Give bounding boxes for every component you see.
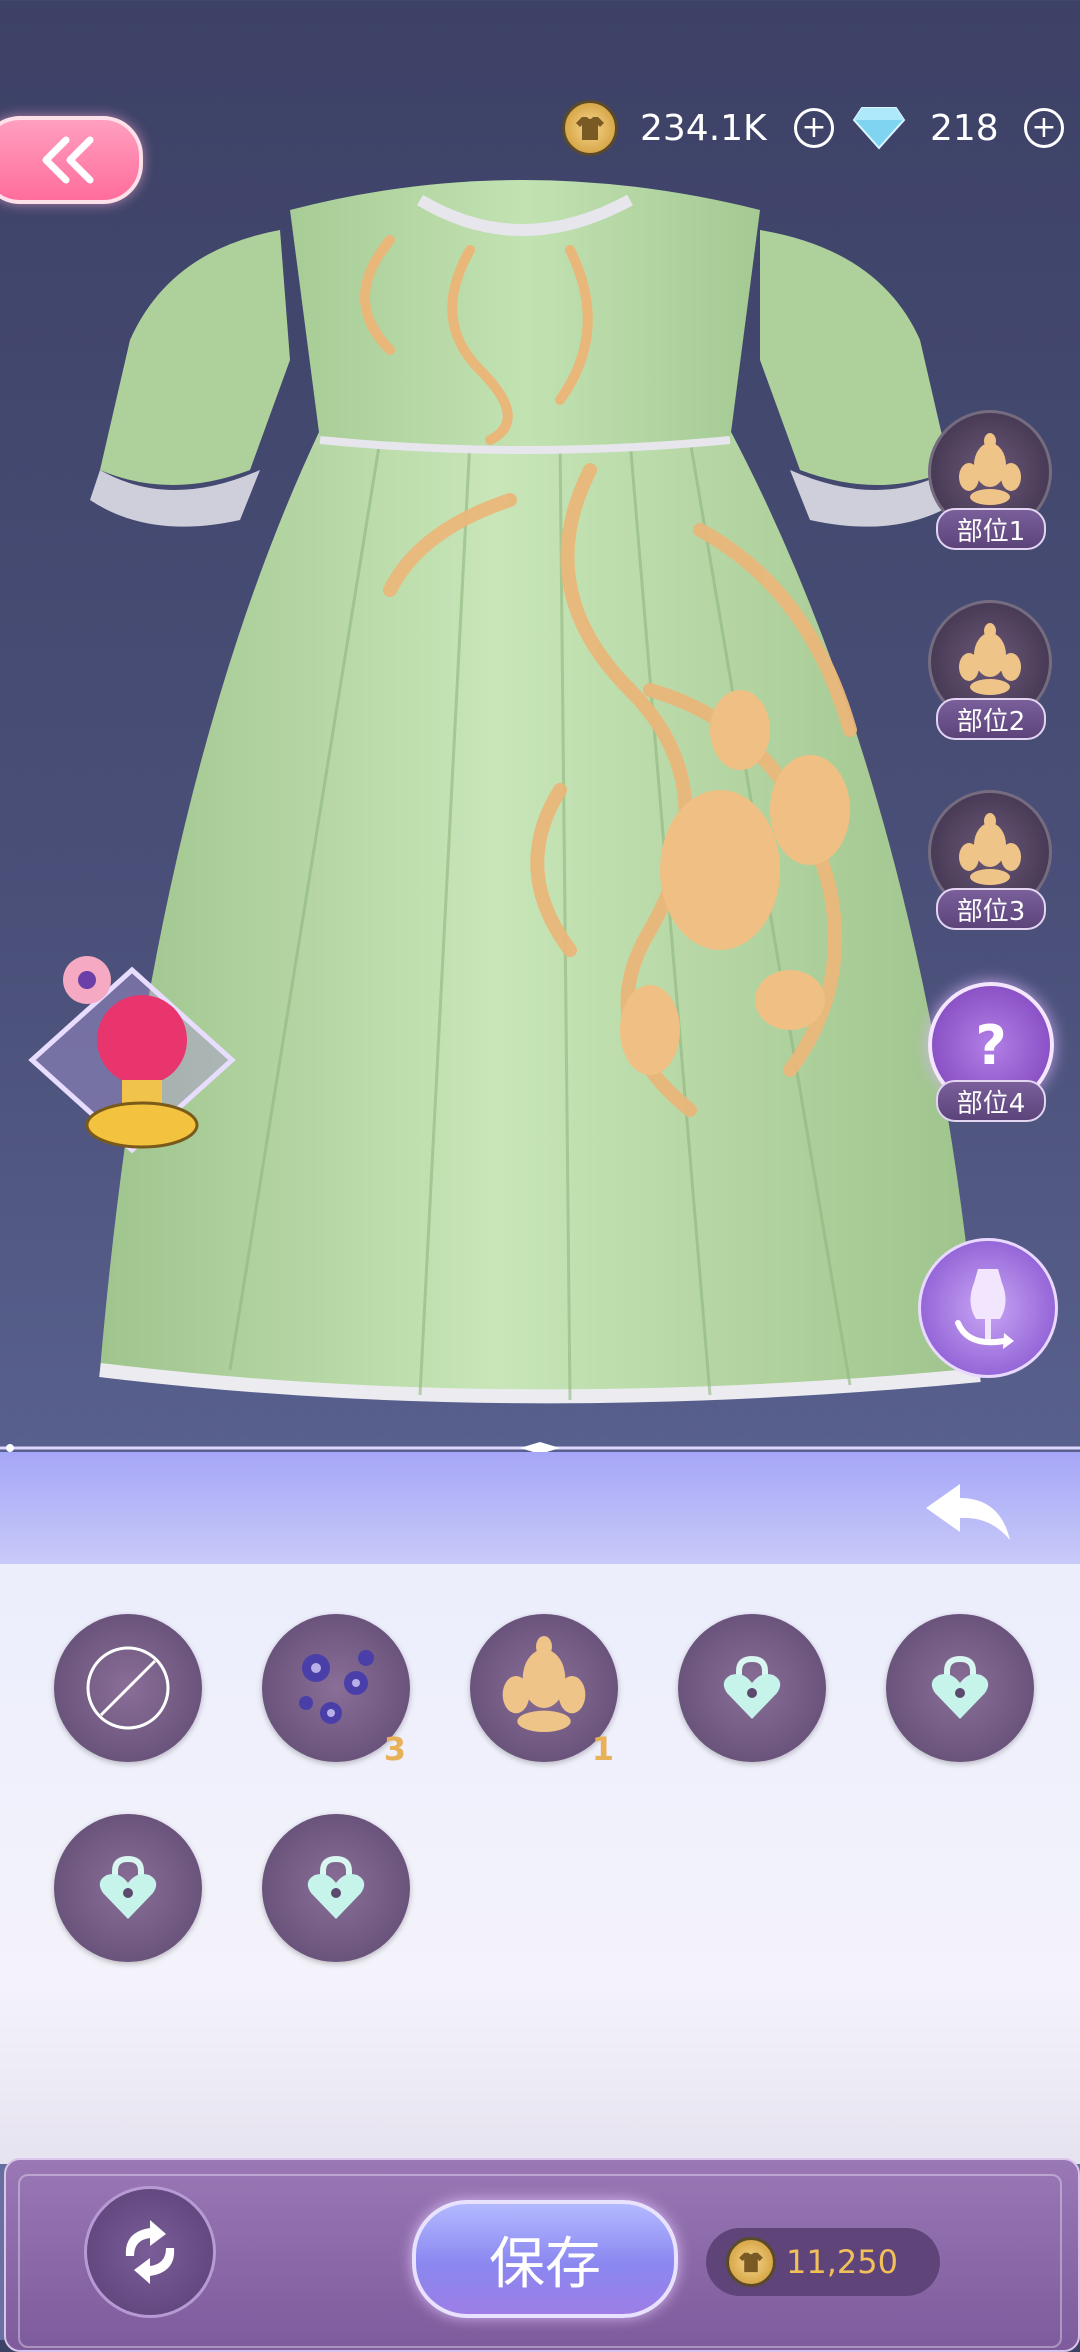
refresh-icon: [125, 2220, 175, 2284]
pattern-blue-floral[interactable]: 3: [262, 1614, 410, 1768]
pattern-count: 1: [591, 1730, 614, 1768]
pattern-count: 3: [383, 1730, 406, 1768]
part-1-button[interactable]: 部位1: [928, 410, 1052, 560]
blue-floral-pattern-icon: [299, 1650, 374, 1724]
coin-amount: 234.1K: [640, 107, 767, 149]
reset-button[interactable]: [84, 2186, 216, 2318]
diamond-amount: 218: [930, 107, 999, 149]
cost-amount: 11,250: [786, 2243, 898, 2281]
mannequin-rotate-button[interactable]: [918, 1238, 1058, 1378]
diamond-balance: 218 +: [852, 100, 1064, 156]
pattern-locked-1[interactable]: [678, 1614, 826, 1762]
tailor-shop-icon[interactable]: [22, 930, 242, 1170]
pattern-locked-3[interactable]: [54, 1814, 202, 1962]
cost-display: 11,250: [706, 2228, 940, 2296]
undo-button[interactable]: [918, 1478, 1028, 1558]
none-icon: [86, 1646, 170, 1730]
diamond-icon: [852, 107, 906, 150]
part-3-button[interactable]: 部位3: [928, 790, 1052, 940]
part-2-button[interactable]: 部位2: [928, 600, 1052, 750]
pattern-locked-4[interactable]: [262, 1814, 410, 1962]
part-2-label: 部位2: [936, 698, 1046, 740]
part-4-button[interactable]: ? 部位4: [928, 982, 1054, 1132]
pattern-gold-damask[interactable]: 1: [470, 1614, 618, 1768]
add-coins-icon[interactable]: +: [794, 108, 834, 148]
part-3-label: 部位3: [936, 888, 1046, 930]
part-1-label: 部位1: [936, 508, 1046, 550]
damask-pattern-icon: [502, 1636, 586, 1732]
pattern-none[interactable]: [54, 1614, 202, 1762]
coin-balance: 234.1K +: [562, 100, 834, 156]
mannequin-icon: [955, 1269, 1014, 1349]
heart-lock-icon: [307, 1855, 365, 1919]
coin-icon: [562, 100, 618, 156]
pattern-locked-2[interactable]: [886, 1614, 1034, 1762]
heart-lock-icon: [99, 1855, 157, 1919]
undo-arrow-icon: [926, 1484, 1010, 1540]
coin-icon: [726, 2237, 776, 2287]
add-diamonds-icon[interactable]: +: [1024, 108, 1064, 148]
save-button[interactable]: 保存: [412, 2200, 678, 2318]
heart-lock-icon: [931, 1655, 989, 1719]
heart-lock-icon: [723, 1655, 781, 1719]
dress-preview: [90, 180, 981, 1404]
part-4-label: 部位4: [936, 1080, 1046, 1122]
